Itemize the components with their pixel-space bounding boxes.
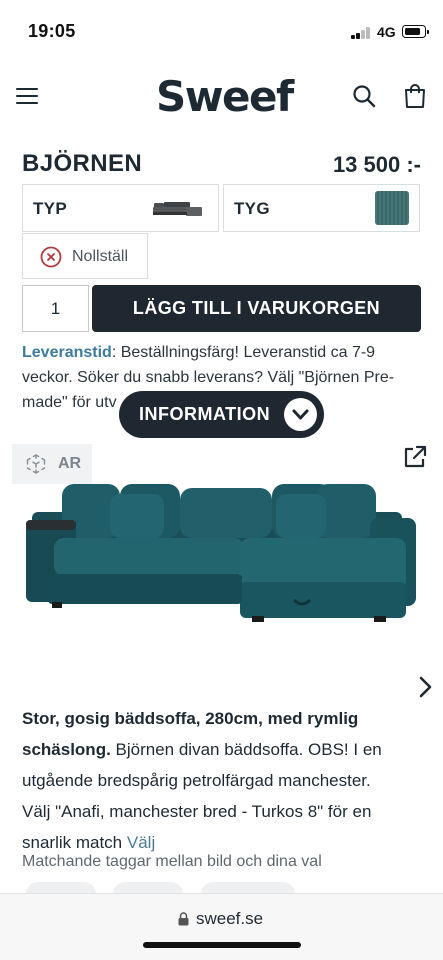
signal-icon — [351, 27, 371, 39]
information-label: INFORMATION — [139, 404, 271, 424]
option-fabric-selector[interactable]: TYG — [223, 184, 420, 232]
home-indicator[interactable] — [143, 942, 301, 948]
share-external-icon[interactable] — [402, 444, 428, 470]
menu-icon[interactable] — [16, 88, 38, 105]
url-text[interactable]: sweef.se — [196, 909, 263, 929]
product-description: Stor, gosig bäddsoffa, 280cm, med rymlig… — [22, 703, 422, 858]
description-line-3: utgående bredspårig petrolfärgad manches… — [22, 771, 371, 790]
product-image-sofa[interactable] — [24, 474, 420, 630]
status-bar: 19:05 4G — [0, 0, 443, 62]
chevron-right-icon[interactable] — [416, 674, 436, 700]
status-time: 19:05 — [28, 21, 76, 41]
site-header: Sweef — [0, 62, 443, 132]
cart-icon[interactable] — [403, 83, 427, 109]
option-type-label: TYP — [33, 199, 67, 218]
delivery-line-1: Leveranstid: Beställningsfärg! Leveranst… — [22, 340, 422, 365]
chevron-down-icon[interactable] — [284, 398, 317, 431]
product-price: 13 500 :- — [332, 152, 421, 177]
description-bold-2: schäslong. — [22, 740, 111, 759]
site-logo[interactable]: Sweef — [156, 72, 294, 121]
browser-address-bar[interactable]: sweef.se — [0, 893, 443, 960]
read-more-link[interactable]: Välj — [127, 833, 155, 852]
description-line-1: Stor, gosig bäddsoffa, 280cm, med rymlig — [22, 709, 359, 728]
reset-button[interactable]: Nollställ — [22, 233, 148, 279]
ar-cube-icon — [26, 454, 46, 474]
option-type-selector[interactable]: TYP — [22, 184, 219, 232]
option-fabric-label: TYG — [234, 199, 270, 218]
lock-icon — [178, 912, 189, 926]
fabric-swatch — [375, 191, 409, 225]
reset-label: Nollställ — [72, 248, 129, 265]
add-to-cart-button[interactable]: LÄGG TILL I VARUKORGEN — [92, 285, 421, 332]
tags-caption: Matchande taggar mellan bild och dina va… — [22, 853, 322, 870]
delivery-label[interactable]: Leveranstid — [22, 344, 112, 361]
close-circle-icon — [40, 246, 62, 268]
quantity-input[interactable]: 1 — [22, 285, 89, 332]
description-text-5: snarlik match — [22, 833, 127, 852]
battery-icon — [402, 25, 429, 38]
delivery-text-1: : Beställningsfärg! Leveranstid ca 7-9 — [111, 344, 376, 361]
network-label: 4G — [377, 24, 396, 40]
sofa-thumbnail-icon — [153, 202, 202, 216]
description-line-2: schäslong. Björnen divan bäddsoffa. OBS!… — [22, 734, 422, 765]
product-title: BJÖRNEN — [22, 150, 143, 177]
delivery-line-2: veckor. Söker du snabb leverans? Välj "B… — [22, 369, 395, 386]
description-line-4: Välj "Anafi, manchester bred - Turkos 8"… — [22, 802, 372, 821]
ar-label: AR — [58, 455, 82, 472]
search-icon[interactable] — [352, 84, 376, 108]
description-rest-2: Björnen divan bäddsoffa. OBS! I en — [110, 740, 382, 759]
information-toggle[interactable]: INFORMATION — [119, 391, 324, 438]
